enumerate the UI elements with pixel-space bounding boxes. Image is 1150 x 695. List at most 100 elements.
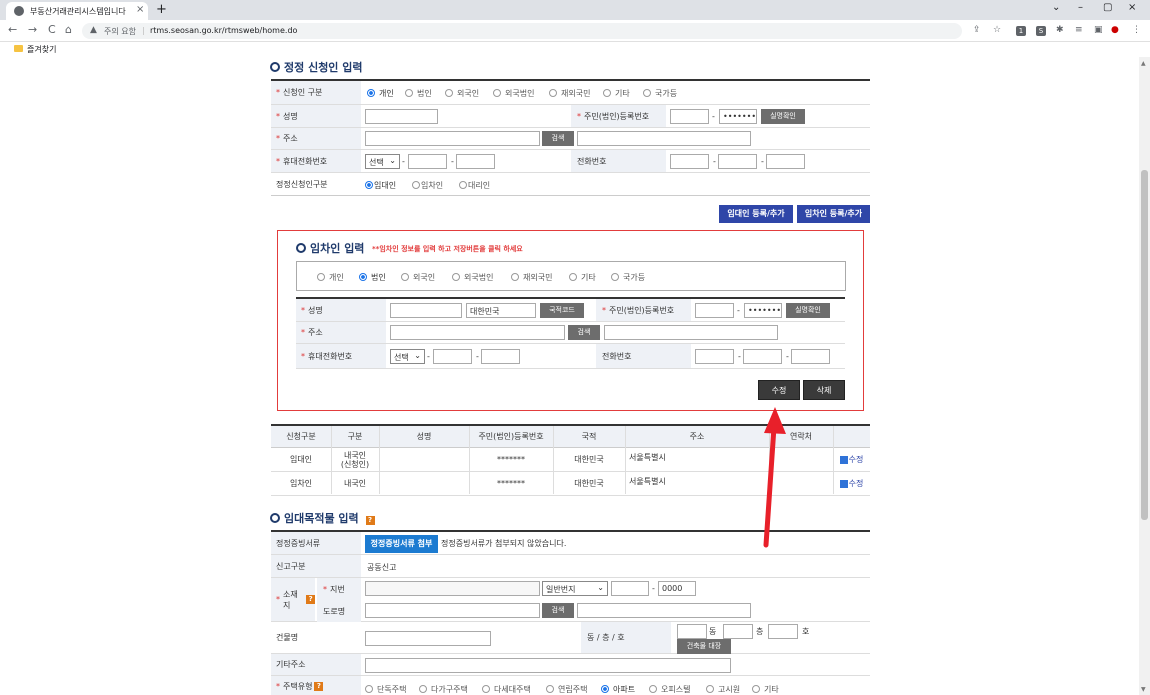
help-icon[interactable]: ?	[314, 682, 324, 691]
new-tab-icon[interactable]: +	[156, 2, 167, 17]
radio-state[interactable]: 국가등	[643, 88, 677, 99]
browser-tab[interactable]: 부동산거래관리시스템입니다 ×	[6, 2, 148, 20]
tenant-address-detail-field[interactable]	[604, 325, 778, 340]
ho-field[interactable]	[768, 624, 798, 639]
radio-multi-family[interactable]: 다가구주택	[419, 684, 468, 695]
other-address-field[interactable]	[365, 658, 731, 673]
address-search-button[interactable]: 검색	[542, 131, 574, 146]
mobile-prefix-select[interactable]: 선택 ⌄	[365, 154, 400, 169]
radio-detached[interactable]: 단독주택	[365, 684, 406, 695]
profile-icon[interactable]: ●	[1111, 25, 1119, 35]
window-close-icon[interactable]: ×	[1128, 2, 1136, 13]
tenant-address-search-button[interactable]: 검색	[568, 325, 600, 340]
tenant-mobile-mid-field[interactable]	[433, 349, 472, 364]
nationality-field[interactable]: 대한민국	[466, 303, 536, 318]
road-address-field[interactable]	[365, 603, 540, 618]
radio-other[interactable]: 기타	[603, 88, 630, 99]
scrollbar-thumb[interactable]	[1141, 170, 1148, 520]
radio-row-house[interactable]: 연립주택	[546, 684, 587, 695]
radio-foreign-corp[interactable]: 외국법인	[452, 272, 493, 283]
address-field[interactable]	[365, 131, 540, 146]
radio-individual[interactable]: 개인	[317, 272, 344, 283]
add-landlord-button[interactable]: 임대인 등록/추가	[719, 205, 793, 223]
edit-link[interactable]: 수정	[833, 472, 870, 495]
road-detail-field[interactable]	[577, 603, 751, 618]
reload-icon[interactable]: C	[48, 23, 56, 36]
lot-sub-field[interactable]: 0000	[658, 581, 696, 596]
lot-type-select[interactable]: 일반번지 ⌄	[542, 581, 608, 596]
tenant-phone-last-field[interactable]	[791, 349, 830, 364]
scroll-up-icon[interactable]: ▲	[1141, 60, 1146, 67]
radio-foreigner[interactable]: 외국인	[401, 272, 435, 283]
modify-button[interactable]: 수정	[758, 380, 800, 400]
building-name-field[interactable]	[365, 631, 491, 646]
address-bar[interactable]: ▲ 주의 요함 | rtms.seosan.go.kr/rtmsweb/home…	[82, 23, 962, 39]
radio-tenant[interactable]: 임차인	[412, 180, 443, 191]
star-icon[interactable]: ☆	[993, 25, 1001, 35]
bookmark-folder-label[interactable]: 즐겨찾기	[27, 44, 56, 55]
puzzle-icon[interactable]: ✱	[1056, 25, 1064, 35]
name-field[interactable]	[365, 109, 438, 124]
phone-last-field[interactable]	[766, 154, 805, 169]
side-panel-icon[interactable]: ▣	[1094, 25, 1103, 35]
lot-address-field[interactable]	[365, 581, 540, 596]
phone-area-field[interactable]	[670, 154, 709, 169]
radio-overseas-korean[interactable]: 재외국민	[549, 88, 590, 99]
radio-overseas-korean[interactable]: 재외국민	[511, 272, 552, 283]
floor-field[interactable]	[723, 624, 753, 639]
reg-no-back-field[interactable]: •••••••	[719, 109, 757, 124]
tenant-mobile-prefix-select[interactable]: 선택 ⌄	[390, 349, 425, 364]
tenant-name-field[interactable]	[390, 303, 462, 318]
radio-multi-household[interactable]: 다세대주택	[482, 684, 531, 695]
radio-other[interactable]: 기타	[569, 272, 596, 283]
radio-state[interactable]: 국가등	[611, 272, 645, 283]
phone-mid-field[interactable]	[718, 154, 757, 169]
radio-individual[interactable]: 개인	[367, 88, 394, 99]
radio-gosiwon[interactable]: 고시원	[706, 684, 740, 695]
minimize-icon[interactable]: –	[1078, 2, 1083, 13]
tab-search-icon[interactable]: ⌄	[1052, 2, 1060, 13]
road-search-button[interactable]: 검색	[542, 603, 574, 618]
dong-field[interactable]	[677, 624, 707, 639]
radio-apartment[interactable]: 아파트	[601, 684, 635, 695]
attach-docs-button[interactable]: 정정증빙서류 첨부	[365, 535, 438, 553]
extension-icon[interactable]: 1	[1016, 26, 1026, 36]
extension-icon[interactable]: S	[1036, 26, 1046, 36]
radio-foreign-corp[interactable]: 외국법인	[493, 88, 534, 99]
radio-landlord[interactable]: 임대인	[365, 180, 396, 191]
edit-link[interactable]: 수정	[833, 448, 870, 471]
radio-agent[interactable]: 대리인	[459, 180, 490, 191]
add-tenant-button[interactable]: 임차인 등록/추가	[797, 205, 870, 223]
help-icon[interactable]: ?	[306, 595, 315, 604]
help-icon[interactable]: ?	[365, 516, 375, 525]
tenant-reg-no-front-field[interactable]	[695, 303, 734, 318]
nationality-code-button[interactable]: 국적코드	[540, 303, 584, 318]
share-icon[interactable]: ⇪	[973, 25, 981, 35]
mobile-mid-field[interactable]	[408, 154, 447, 169]
warning-icon[interactable]: ▲	[90, 25, 97, 35]
building-register-button[interactable]: 건축물 대장	[677, 639, 731, 654]
lot-main-field[interactable]	[611, 581, 649, 596]
radio-housing-other[interactable]: 기타	[752, 684, 779, 695]
menu-icon[interactable]: ⋮	[1132, 25, 1141, 35]
tenant-phone-mid-field[interactable]	[743, 349, 782, 364]
reading-list-icon[interactable]: ≡	[1075, 25, 1083, 35]
maximize-icon[interactable]: ▢	[1103, 2, 1112, 13]
radio-corporation[interactable]: 법인	[405, 88, 432, 99]
scroll-down-icon[interactable]: ▼	[1141, 686, 1146, 693]
radio-corporation[interactable]: 법인	[359, 272, 386, 283]
reg-no-front-field[interactable]	[670, 109, 709, 124]
tab-close-icon[interactable]: ×	[136, 4, 144, 15]
mobile-last-field[interactable]	[456, 154, 495, 169]
tenant-mobile-last-field[interactable]	[481, 349, 520, 364]
back-icon[interactable]: ←	[8, 23, 17, 36]
forward-icon[interactable]: →	[28, 23, 37, 36]
tenant-verify-button[interactable]: 실명확인	[786, 303, 830, 318]
home-icon[interactable]: ⌂	[65, 23, 72, 36]
tenant-phone-area-field[interactable]	[695, 349, 734, 364]
radio-foreigner[interactable]: 외국인	[445, 88, 479, 99]
verify-name-button[interactable]: 실명확인	[761, 109, 805, 124]
url-text[interactable]: rtms.seosan.go.kr/rtmsweb/home.do	[150, 26, 297, 35]
tenant-address-field[interactable]	[390, 325, 565, 340]
address-detail-field[interactable]	[577, 131, 751, 146]
